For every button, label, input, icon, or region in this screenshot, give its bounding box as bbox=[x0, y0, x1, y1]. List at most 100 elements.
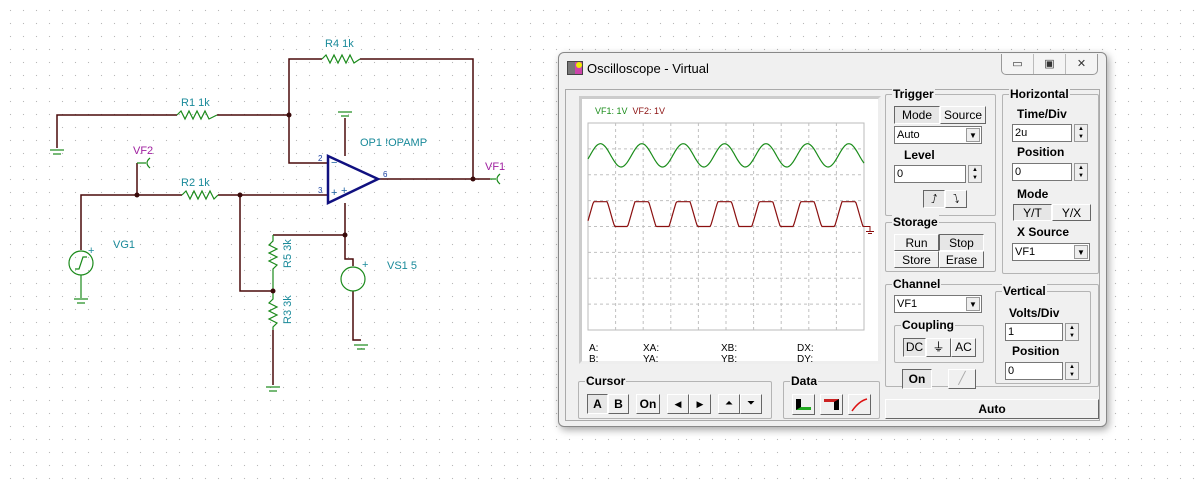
window-title: Oscilloscope - Virtual bbox=[587, 61, 709, 76]
trigger-level-spinner[interactable]: ▲ ▼ bbox=[968, 165, 982, 183]
ground-icon bbox=[50, 149, 64, 155]
v-position-spinner[interactable]: ▲ ▼ bbox=[1065, 362, 1079, 380]
graph-icon[interactable] bbox=[848, 394, 871, 415]
resistor-r3 bbox=[267, 291, 279, 330]
channel-select[interactable]: VF1 ▼ bbox=[894, 295, 982, 313]
v-position-label: Position bbox=[1012, 344, 1060, 358]
trigger-mode-value: Auto bbox=[897, 129, 920, 141]
maximize-button[interactable]: ▣ bbox=[1034, 54, 1066, 74]
dc-coupling-button[interactable]: DC bbox=[903, 338, 926, 357]
dx-readout: DX: bbox=[797, 343, 814, 354]
cursor-up-button[interactable]: ⏶ bbox=[718, 394, 740, 414]
cursor-group: Cursor A B On ◀ ▶ ⏶ ⏷ bbox=[578, 374, 772, 419]
channel-title: Channel bbox=[892, 277, 942, 291]
falling-edge-icon: ⭝ bbox=[952, 192, 960, 206]
trigger-mode-button[interactable]: Mode bbox=[894, 106, 940, 124]
cursor-a-button[interactable]: A bbox=[587, 394, 608, 414]
yt-mode-button[interactable]: Y/T bbox=[1013, 204, 1052, 221]
label-vg1: VG1 bbox=[113, 239, 135, 251]
waveform-display bbox=[587, 122, 874, 331]
yx-mode-button[interactable]: Y/X bbox=[1052, 204, 1091, 221]
horizontal-title: Horizontal bbox=[1009, 87, 1070, 101]
falling-edge-button[interactable]: ⭝ bbox=[945, 190, 967, 208]
components bbox=[50, 53, 501, 392]
close-button[interactable]: ✕ bbox=[1066, 54, 1097, 74]
volts-div-input[interactable]: 1 bbox=[1005, 323, 1063, 341]
label-r3: R3 3k bbox=[282, 295, 294, 324]
export-data-icon[interactable] bbox=[820, 394, 843, 415]
cursor-down-button[interactable]: ⏷ bbox=[740, 394, 762, 414]
trigger-group: Trigger Mode Source Auto ▼ Level 0 ▲ ▼ ⭜ ⭝ bbox=[885, 87, 996, 216]
horizontal-group: Horizontal Time/Div 2u ▲ ▼ Position 0 ▲ ▼ … bbox=[1002, 87, 1099, 274]
coupling-group: Coupling DC ⏚ AC bbox=[894, 318, 984, 363]
ya-readout: YA: bbox=[643, 354, 659, 365]
cursor-right-button[interactable]: ▶ bbox=[689, 394, 711, 414]
label-opamp: OP1 !OPAMP bbox=[360, 137, 427, 149]
stop-button[interactable]: Stop bbox=[939, 234, 984, 251]
level-label: Level bbox=[904, 148, 935, 162]
probe-icon[interactable]: ╱ bbox=[948, 369, 976, 389]
h-position-label: Position bbox=[1017, 145, 1065, 159]
cursor-on-button[interactable]: On bbox=[636, 394, 660, 414]
coupling-title: Coupling bbox=[901, 318, 955, 332]
mode-label: Mode bbox=[1017, 187, 1049, 201]
channel-on-button[interactable]: On bbox=[902, 369, 932, 389]
storage-title: Storage bbox=[892, 215, 939, 229]
v-position-input[interactable]: 0 bbox=[1005, 362, 1063, 380]
circuit-schematic: −+ + ++ R4 1k R1 1k R2 1k OP1 !OPAMP VG1 … bbox=[50, 38, 505, 392]
chevron-down-icon: ▼ bbox=[966, 128, 980, 142]
minimize-button[interactable]: ▭ bbox=[1002, 54, 1034, 74]
h-position-input[interactable]: 0 bbox=[1012, 163, 1072, 181]
cursor-left-button[interactable]: ◀ bbox=[667, 394, 689, 414]
svg-text:+: + bbox=[331, 187, 337, 199]
svg-text:+: + bbox=[341, 185, 347, 197]
oscilloscope-window: Oscilloscope - Virtual ▭ ▣ ✕ VF1: 1V VF2… bbox=[558, 52, 1107, 427]
ac-coupling-button[interactable]: AC bbox=[951, 338, 976, 357]
data-group: Data bbox=[783, 374, 880, 419]
volts-div-label: Volts/Div bbox=[1009, 306, 1060, 320]
x-source-value: VF1 bbox=[1015, 246, 1036, 258]
storage-group: Storage Run Stop Store Erase bbox=[885, 215, 996, 272]
trigger-title: Trigger bbox=[892, 87, 935, 101]
ground-coupling-button[interactable]: ⏚ bbox=[926, 338, 951, 357]
resistor-r2 bbox=[181, 189, 219, 201]
resistor-r1 bbox=[176, 109, 218, 121]
x-source-select[interactable]: VF1 ▼ bbox=[1012, 243, 1090, 261]
label-r2: R2 1k bbox=[181, 177, 210, 189]
time-div-input[interactable]: 2u bbox=[1012, 124, 1072, 142]
import-data-icon[interactable] bbox=[792, 394, 815, 415]
rising-edge-button[interactable]: ⭜ bbox=[923, 190, 945, 208]
scope-body: VF1: 1V VF2: 1V A: B: XA: YA: XB: YB: DX… bbox=[565, 87, 1100, 421]
h-position-spinner[interactable]: ▲ ▼ bbox=[1074, 163, 1088, 181]
x-source-label: X Source bbox=[1017, 225, 1070, 239]
app-icon bbox=[567, 61, 583, 75]
label-vf1: VF1 bbox=[485, 161, 505, 173]
label-vf2: VF2 bbox=[133, 145, 153, 157]
svg-text:−: − bbox=[331, 157, 337, 169]
resistor-r4 bbox=[321, 53, 361, 65]
trigger-level-input[interactable]: 0 bbox=[894, 165, 966, 183]
store-button[interactable]: Store bbox=[894, 251, 939, 268]
xb-readout: XB: bbox=[721, 343, 738, 354]
volts-div-spinner[interactable]: ▲ ▼ bbox=[1065, 323, 1079, 341]
time-div-spinner[interactable]: ▲ ▼ bbox=[1074, 124, 1088, 142]
run-button[interactable]: Run bbox=[894, 234, 939, 251]
pin-2: 2 bbox=[318, 154, 323, 163]
ch1-label: VF1: 1V bbox=[595, 106, 628, 116]
svg-text:+: + bbox=[362, 259, 368, 271]
cursor-a-readout: A: bbox=[589, 343, 599, 354]
probe-vf1 bbox=[490, 173, 501, 185]
pin-6: 6 bbox=[383, 170, 388, 179]
ground-icon bbox=[354, 344, 368, 350]
cursor-b-button[interactable]: B bbox=[608, 394, 629, 414]
erase-button[interactable]: Erase bbox=[939, 251, 984, 268]
ground-icon bbox=[338, 111, 352, 117]
rising-edge-icon: ⭜ bbox=[930, 192, 938, 206]
chevron-down-icon: ▼ bbox=[1074, 245, 1088, 259]
trigger-mode-select[interactable]: Auto ▼ bbox=[894, 126, 982, 144]
ch2-label: VF2: 1V bbox=[632, 106, 666, 116]
auto-button[interactable]: Auto bbox=[885, 399, 1099, 419]
chevron-down-icon: ▼ bbox=[966, 297, 980, 311]
trigger-source-button[interactable]: Source bbox=[940, 106, 986, 124]
label-r5: R5 3k bbox=[282, 239, 294, 268]
